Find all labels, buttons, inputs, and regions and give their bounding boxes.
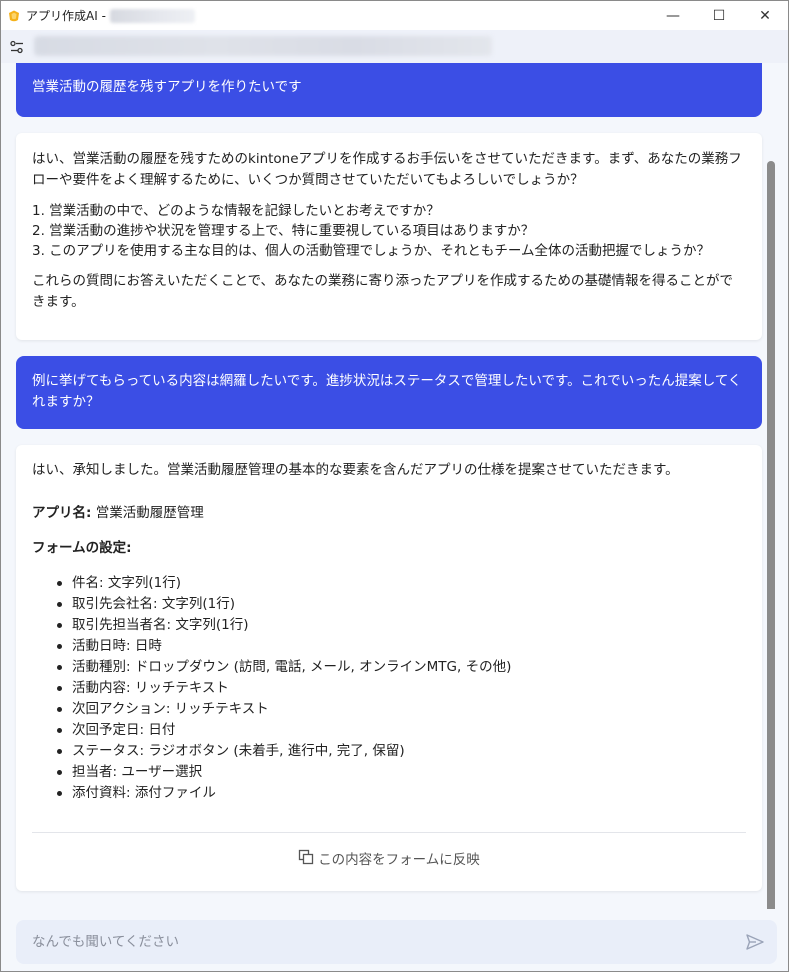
chat-input-box [16, 920, 777, 964]
question-item: 3. このアプリを使用する主な目的は、個人の活動管理でしょうか、それともチーム全… [32, 243, 710, 259]
reflect-to-form-button[interactable]: この内容をフォームに反映 [32, 833, 746, 887]
chat-area: 営業活動の履歴を残すアプリを作りたいです はい、営業活動の履歴を残すためのkin… [1, 63, 777, 909]
maximize-icon: ☐ [712, 7, 726, 24]
field-item: 活動内容: リッチテキスト [54, 678, 746, 699]
field-list: 件名: 文字列(1行) 取引先会社名: 文字列(1行) 取引先担当者名: 文字列… [54, 573, 746, 804]
url-field-redacted[interactable] [34, 36, 492, 56]
field-item: 活動種別: ドロップダウン (訪問, 電話, メール, オンラインMTG, その… [54, 657, 746, 678]
minimize-icon: — [666, 7, 680, 24]
question-item: 2. 営業活動の進捗や状況を管理する上で、特に重要視している項目はありますか？ [32, 223, 535, 239]
field-item: 次回アクション: リッチテキスト [54, 699, 746, 720]
assistant-message-intro: はい、営業活動の履歴を残すためのkintoneアプリを作成するお手伝いをさせてい… [32, 151, 742, 188]
close-icon: ✕ [759, 7, 771, 24]
app-window: アプリ作成AI - — ☐ ✕ 営業活動の履歴を残すアプリを作りたいです はい、… [0, 0, 789, 972]
field-item: 活動日時: 日時 [54, 636, 746, 657]
app-name-line: アプリ名: 営業活動履歴管理 [32, 503, 746, 524]
title-bar: アプリ作成AI - — ☐ ✕ [1, 1, 788, 30]
send-icon[interactable] [745, 932, 765, 952]
field-item: 取引先会社名: 文字列(1行) [54, 594, 746, 615]
form-settings-heading: フォームの設定: [32, 540, 132, 556]
window-controls: — ☐ ✕ [650, 1, 788, 30]
field-item: 取引先担当者名: 文字列(1行) [54, 615, 746, 636]
field-item: 担当者: ユーザー選択 [54, 762, 746, 783]
input-area [1, 909, 788, 971]
assistant-message: はい、営業活動の履歴を残すためのkintoneアプリを作成するお手伝いをさせてい… [16, 133, 762, 340]
field-item: ステータス: ラジオボタン (未着手, 進行中, 完了, 保留) [54, 741, 746, 762]
assistant-message-intro: はい、承知しました。営業活動履歴管理の基本的な要素を含んだアプリの仕様を提案させ… [32, 462, 679, 478]
user-message: 営業活動の履歴を残すアプリを作りたいです [16, 63, 762, 117]
app-name-value: 営業活動履歴管理 [95, 505, 204, 521]
question-item: 1. 営業活動の中で、どのような情報を記録したいとお考えですか？ [32, 203, 440, 219]
user-message-text: 営業活動の履歴を残すアプリを作りたいです [32, 79, 302, 95]
question-list: 1. 営業活動の中で、どのような情報を記録したいとお考えですか？ 2. 営業活動… [32, 201, 746, 261]
window-title-redacted [109, 8, 195, 23]
maximize-button[interactable]: ☐ [696, 1, 742, 30]
field-item: 添付資料: 添付ファイル [54, 783, 746, 804]
app-name-label: アプリ名: [32, 505, 92, 521]
user-message: 例に挙げてもらっている内容は網羅したいです。進捗状況はステータスで管理したいです… [16, 356, 762, 429]
assistant-message: はい、承知しました。営業活動履歴管理の基本的な要素を含んだアプリの仕様を提案させ… [16, 445, 762, 891]
app-logo-icon [7, 9, 21, 23]
address-bar [1, 30, 788, 63]
scrollbar[interactable] [767, 161, 775, 909]
copy-icon [298, 849, 314, 872]
field-item: 件名: 文字列(1行) [54, 573, 746, 594]
minimize-button[interactable]: — [650, 1, 696, 30]
reflect-button-label: この内容をフォームに反映 [318, 851, 480, 868]
settings-tune-icon[interactable] [7, 37, 27, 57]
window-title: アプリ作成AI - [26, 9, 106, 23]
field-item: 次回予定日: 日付 [54, 720, 746, 741]
close-button[interactable]: ✕ [742, 1, 788, 30]
assistant-message-closing: これらの質問にお答えいただくことで、あなたの業務に寄り添ったアプリを作成するため… [32, 273, 734, 310]
chat-input[interactable] [16, 934, 716, 950]
user-message-text: 例に挙げてもらっている内容は網羅したいです。進捗状況はステータスで管理したいです… [32, 373, 742, 410]
